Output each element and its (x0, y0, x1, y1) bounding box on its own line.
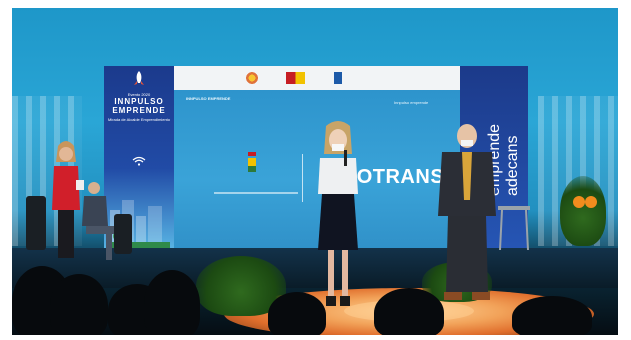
speaker-woman (318, 121, 358, 306)
brand-line-1: INNPULSO (114, 97, 164, 106)
speaker-man (438, 124, 496, 300)
sponsor-strip (174, 66, 460, 90)
screen-brand: INNPULSO EMPRENDE (186, 96, 231, 101)
crest-icon (248, 152, 256, 172)
screen-brand-tag: Innpulso emprende (394, 100, 429, 105)
right-banner-word-2: adecans (504, 135, 521, 197)
rocket-icon (134, 71, 144, 85)
event-photo: Evento 2020 INNPULSO EMPRENDE Mirada de … (12, 8, 618, 335)
audience-silhouette (50, 274, 108, 335)
audience-silhouette (268, 292, 326, 335)
audience-silhouette (144, 270, 200, 335)
wifi-icon (132, 156, 146, 166)
chair-mid (114, 214, 132, 254)
decor-balloons (573, 196, 597, 208)
seated-guest (82, 182, 114, 260)
sponsor-logo-3 (334, 72, 374, 84)
screen-divider (302, 154, 303, 202)
tagline: Mirada de Alcalde Emprendimiento (107, 117, 171, 122)
crest-caption-bar (214, 192, 298, 194)
brand-line-2: EMPRENDE (112, 106, 166, 115)
audience-silhouette (512, 296, 592, 335)
chair-left (26, 196, 46, 250)
audience-silhouette (374, 288, 444, 335)
sponsor-logo-1 (246, 72, 258, 84)
sponsor-logo-2 (286, 72, 318, 84)
left-banner-text: Evento 2020 INNPULSO EMPRENDE Mirada de … (104, 92, 174, 122)
